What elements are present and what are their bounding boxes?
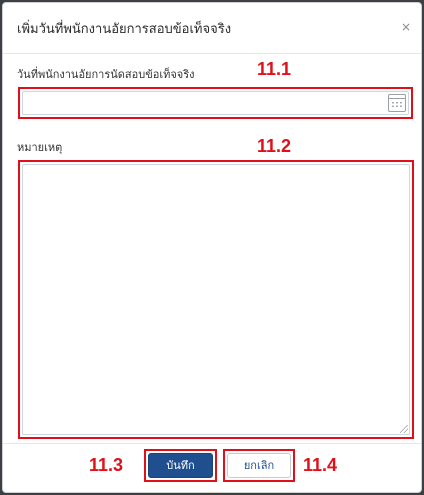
note-field-label: หมายเหตุ — [17, 141, 63, 154]
save-button[interactable]: บันทึก — [148, 453, 213, 478]
date-input[interactable] — [22, 91, 409, 115]
dialog-header: เพิ่มวันที่พนักงานอัยการสอบข้อเท็จจริง × — [3, 3, 421, 54]
annotation-11-3: 11.3 — [89, 455, 124, 475]
date-field-label: วันที่พนักงานอัยการนัดสอบข้อเท็จจริง — [17, 68, 195, 81]
close-icon[interactable]: × — [401, 21, 411, 33]
note-textarea[interactable] — [22, 164, 410, 435]
cancel-button[interactable]: ยกเลิก — [227, 453, 291, 478]
add-prosecutor-date-dialog: เพิ่มวันที่พนักงานอัยการสอบข้อเท็จจริง ×… — [2, 2, 422, 493]
footer-divider — [3, 443, 421, 444]
annotation-11-4: 11.4 — [303, 455, 338, 475]
resize-grip-icon[interactable] — [400, 425, 408, 433]
annotation-11-2: 11.2 — [257, 136, 292, 156]
dialog-title: เพิ่มวันที่พนักงานอัยการสอบข้อเท็จจริง — [17, 22, 232, 37]
annotation-11-1: 11.1 — [257, 59, 292, 79]
calendar-icon[interactable] — [388, 94, 406, 112]
